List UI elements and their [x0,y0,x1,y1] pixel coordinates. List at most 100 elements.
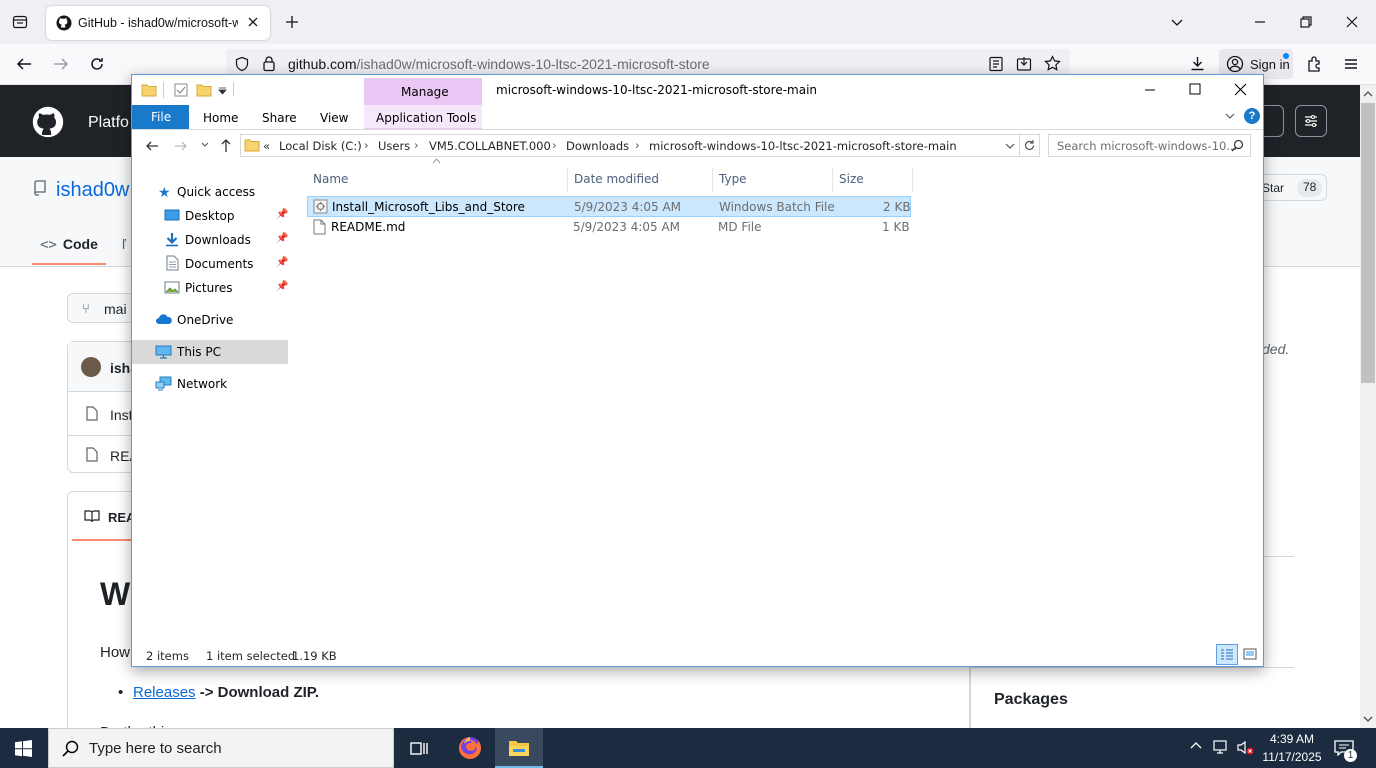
close-icon[interactable] [1234,83,1247,96]
breadcrumb-separator[interactable]: › [635,138,640,152]
file-row-readme[interactable]: README.md 5/9/2023 4:05 AM MD File 1 KB [307,217,911,238]
breadcrumb-separator[interactable]: › [552,138,557,152]
about-description: ded. [1262,341,1290,357]
app-menu-icon[interactable] [1343,56,1359,72]
site-info-icon[interactable] [234,56,250,72]
network-status-icon[interactable] [1213,740,1230,755]
list-all-tabs-icon[interactable] [1169,14,1185,30]
breadcrumb-local-disk[interactable]: Local Disk (C:) [279,139,362,153]
book-icon [84,509,100,523]
tab-code[interactable]: <> Code [40,236,98,253]
nav-label: Documents [185,257,254,271]
taskbar-search-box[interactable]: Type here to search [48,728,394,768]
tab-application-tools[interactable]: Application Tools [364,105,482,129]
notification-center-button[interactable]: 1 [1330,728,1370,768]
save-to-pocket-icon[interactable] [1016,56,1032,72]
address-dropdown-icon[interactable] [1005,143,1015,150]
browser-tab-github[interactable]: GitHub - ishad0w/microsoft-wi [46,6,270,40]
file-row-install[interactable]: Inst [110,407,133,423]
file-row-install-script[interactable]: Install_Microsoft_Libs_and_Store 5/9/202… [307,196,911,217]
nav-downloads[interactable]: Downloads 📌 [132,228,288,252]
pin-icon: 📌 [276,281,289,292]
nav-pictures[interactable]: Pictures 📌 [132,276,288,300]
issues-tab-fragment[interactable]: ľ [122,236,126,252]
status-selected-count: 1 item selected [206,649,296,663]
column-label: Type [719,172,747,186]
large-icons-view-button[interactable] [1240,645,1260,664]
address-bar[interactable]: « Local Disk (C:) › Users › VM5.COLLABNE… [240,134,1040,157]
search-icon[interactable] [1231,139,1244,152]
nav-quick-access[interactable]: ★ Quick access [132,180,288,204]
new-tab-icon[interactable] [284,14,300,30]
column-header-type[interactable]: Type [713,167,833,191]
github-menu-button[interactable] [1295,105,1327,137]
tab-home[interactable]: Home [203,111,238,125]
breadcrumb-separator[interactable]: › [414,138,419,152]
repo-owner-link[interactable]: ishad0w [56,179,129,202]
show-hidden-icons-icon[interactable] [1190,741,1202,749]
restore-browser-icon[interactable] [1298,14,1314,30]
help-icon[interactable]: ? [1244,108,1260,124]
tab-file[interactable]: File [132,105,189,129]
up-icon[interactable] [219,138,233,153]
nav-documents[interactable]: Documents 📌 [132,252,288,276]
new-folder-icon[interactable] [196,82,212,98]
reload-icon[interactable] [88,55,106,73]
back-icon[interactable] [145,139,159,153]
column-header-date[interactable]: Date modified [568,167,713,191]
clock-date[interactable]: 11/17/2025 [1260,750,1324,764]
volume-muted-icon[interactable] [1237,740,1254,755]
minimize-browser-icon[interactable] [1252,14,1268,30]
breadcrumb-users[interactable]: Users [378,139,410,153]
github-nav-platform[interactable]: Platfo [88,114,129,132]
nav-network[interactable]: Network [132,372,288,396]
breadcrumb-downloads[interactable]: Downloads [566,139,629,153]
page-scrollbar[interactable] [1360,85,1376,728]
qat-customize-icon[interactable] [218,87,227,95]
scroll-down-icon[interactable] [1363,715,1373,723]
downloads-icon[interactable] [1189,55,1206,72]
extensions-icon[interactable] [1306,55,1324,73]
file-explorer-window: Manage microsoft-windows-10-ltsc-2021-mi… [131,74,1264,667]
bookmark-star-icon[interactable] [1044,55,1061,72]
clock-time[interactable]: 4:39 AM [1262,732,1322,746]
breadcrumb-overflow[interactable]: « [263,139,270,153]
tab-list-icon[interactable] [12,14,28,30]
recent-locations-icon[interactable] [201,142,209,148]
releases-link[interactable]: Releases [133,684,196,701]
nav-onedrive[interactable]: OneDrive [132,308,288,332]
column-header-size[interactable]: Size [833,167,913,191]
refresh-icon[interactable] [1023,139,1036,152]
scroll-thumb[interactable] [1361,103,1375,383]
expand-ribbon-icon[interactable] [1225,112,1235,120]
properties-icon[interactable] [174,83,188,97]
reader-view-icon[interactable] [988,56,1004,72]
nav-desktop[interactable]: Desktop 📌 [132,204,288,228]
forward-icon[interactable] [52,56,70,72]
search-box[interactable]: Search microsoft-windows-10... [1048,134,1251,157]
scroll-up-icon[interactable] [1363,90,1373,98]
file-explorer-taskbar-button[interactable] [495,728,543,768]
firefox-taskbar-button[interactable] [446,728,494,768]
details-view-button[interactable] [1216,644,1238,665]
column-header-name[interactable]: Name [307,167,568,191]
start-button[interactable] [0,728,48,768]
task-view-button[interactable] [398,728,442,768]
nav-label: Pictures [185,281,233,295]
breadcrumb-separator[interactable]: › [364,138,369,152]
manage-contextual-tab[interactable]: Manage [364,78,482,105]
minimize-icon[interactable] [1144,84,1156,96]
breadcrumb-user-folder[interactable]: VM5.COLLABNET.000 [429,139,551,153]
tab-view[interactable]: View [320,111,348,125]
close-tab-icon[interactable] [246,15,260,29]
maximize-icon[interactable] [1189,83,1201,95]
nav-this-pc[interactable]: This PC [132,340,288,364]
readme-heading: W [100,576,131,612]
forward-icon[interactable] [174,139,188,153]
breadcrumb-current-folder[interactable]: microsoft-windows-10-ltsc-2021-microsoft… [649,139,957,153]
github-logo-icon[interactable] [32,106,64,138]
tab-share[interactable]: Share [262,111,297,125]
back-icon[interactable] [15,56,33,72]
nav-label: Network [177,377,228,391]
close-browser-icon[interactable] [1344,14,1360,30]
